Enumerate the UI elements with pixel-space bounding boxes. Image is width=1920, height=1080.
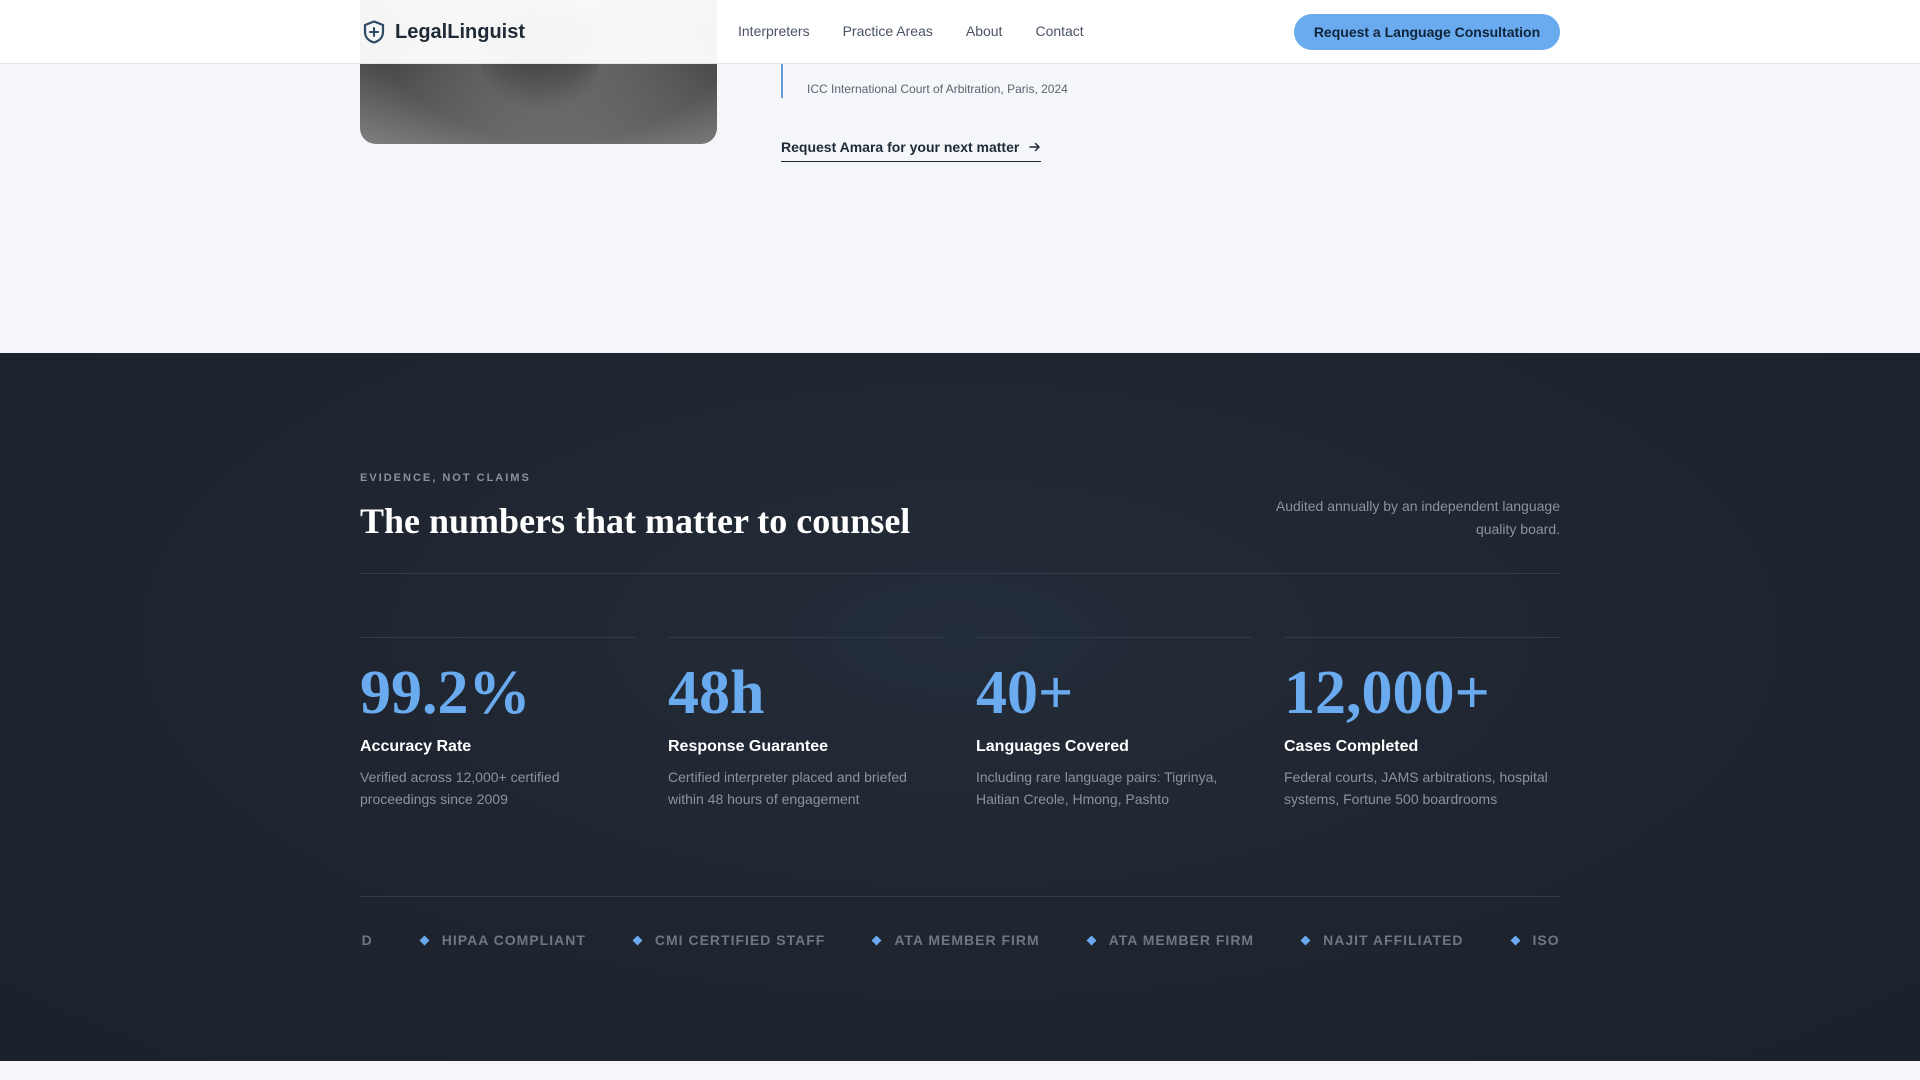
diamond-icon [871, 935, 882, 945]
stat-value: 40+ [976, 659, 1074, 727]
nav-item-practice-areas[interactable]: Practice Areas [843, 23, 933, 39]
nav-item-interpreters[interactable]: Interpreters [738, 23, 810, 39]
ticker-item: ATA MEMBER FIRM [871, 932, 1040, 948]
stat-value: 12,000+ [1284, 659, 1490, 727]
request-interpreter-link[interactable]: Request Amara for your next matter [781, 139, 1042, 162]
diamond-icon [1300, 935, 1311, 945]
stat-card-languages: 40+ Languages Covered Including rare lan… [976, 637, 1252, 810]
stat-description: Federal courts, JAMS arbitrations, hospi… [1284, 769, 1548, 807]
stat-card-cases: 12,000+ Cases Completed Federal courts, … [1284, 637, 1560, 810]
diamond-icon [1510, 935, 1520, 945]
ticker-divider [360, 896, 1560, 897]
stat-label: Cases Completed [1284, 738, 1419, 755]
stat-card-response: 48h Response Guarantee Certified interpr… [668, 637, 944, 810]
ticker-item: CMI CERTIFIED STAFF [632, 932, 826, 948]
ticker-item: ATA MEMBER FIRM [1086, 932, 1255, 948]
request-interpreter-link-label: Request Amara for your next matter [781, 139, 1020, 155]
diamond-icon [1086, 935, 1097, 945]
ticker-track: VED HIPAA COMPLIANT CMI CERTIFIED STAFF … [360, 932, 1560, 948]
stat-value: 99.2% [360, 659, 531, 727]
site-header: LegalLinguist Interpreters Practice Area… [0, 0, 1920, 64]
logo[interactable]: LegalLinguist [363, 20, 525, 44]
stat-description: Verified across 12,000+ certified procee… [360, 769, 560, 807]
nav-item-about[interactable]: About [966, 23, 1003, 39]
section-divider [360, 573, 1560, 574]
diamond-icon [419, 935, 430, 945]
ticker-item: ISO 17 [1510, 932, 1560, 948]
nav-item-contact[interactable]: Contact [1035, 23, 1083, 39]
next-section-edge [0, 1061, 1920, 1080]
ticker-item-label: ATA MEMBER FIRM [894, 932, 1040, 948]
stat-label: Accuracy Rate [360, 738, 472, 755]
ticker-item: VED [360, 932, 373, 948]
ticker-item-label: HIPAA COMPLIANT [441, 932, 586, 948]
stat-description: Including rare language pairs: Tigrinya,… [976, 769, 1218, 807]
diamond-icon [632, 935, 643, 945]
ticker-item-label: ATA MEMBER FIRM [1108, 932, 1255, 948]
ticker-item-label: NAJIT AFFILIATED [1323, 932, 1464, 948]
stats-section: EVIDENCE, NOT CLAIMS The numbers that ma… [0, 353, 1920, 1061]
ticker-item-label: CMI CERTIFIED STAFF [654, 932, 826, 948]
stat-description: Certified interpreter placed and briefed… [668, 769, 907, 807]
section-heading: The numbers that matter to counsel [360, 501, 911, 541]
main-nav: Interpreters Practice Areas About Contac… [738, 23, 1084, 39]
ticker-item-label: VED [360, 932, 373, 948]
stats-grid: 99.2% Accuracy Rate Verified across 12,0… [360, 637, 1560, 810]
testimonial-citation: ICC International Court of Arbitration, … [807, 82, 1068, 96]
request-consultation-button[interactable]: Request a Language Consultation [1294, 14, 1560, 50]
stat-value: 48h [668, 659, 765, 727]
shield-plus-icon [363, 20, 385, 44]
ticker-item: HIPAA COMPLIANT [419, 932, 586, 948]
ticker-item-label: ISO 17 [1532, 932, 1560, 948]
arrow-right-icon [1029, 142, 1041, 152]
credentials-ticker: VED HIPAA COMPLIANT CMI CERTIFIED STAFF … [360, 930, 1560, 954]
ticker-item: NAJIT AFFILIATED [1300, 932, 1464, 948]
stat-label: Response Guarantee [668, 738, 829, 755]
section-eyebrow: EVIDENCE, NOT CLAIMS [360, 472, 531, 484]
logo-text: LegalLinguist [395, 20, 525, 43]
audit-note: Audited annually by an independent langu… [1275, 498, 1560, 537]
stat-card-accuracy: 99.2% Accuracy Rate Verified across 12,0… [360, 637, 636, 810]
stat-label: Languages Covered [976, 738, 1129, 755]
quote-accent-bar [781, 64, 783, 98]
